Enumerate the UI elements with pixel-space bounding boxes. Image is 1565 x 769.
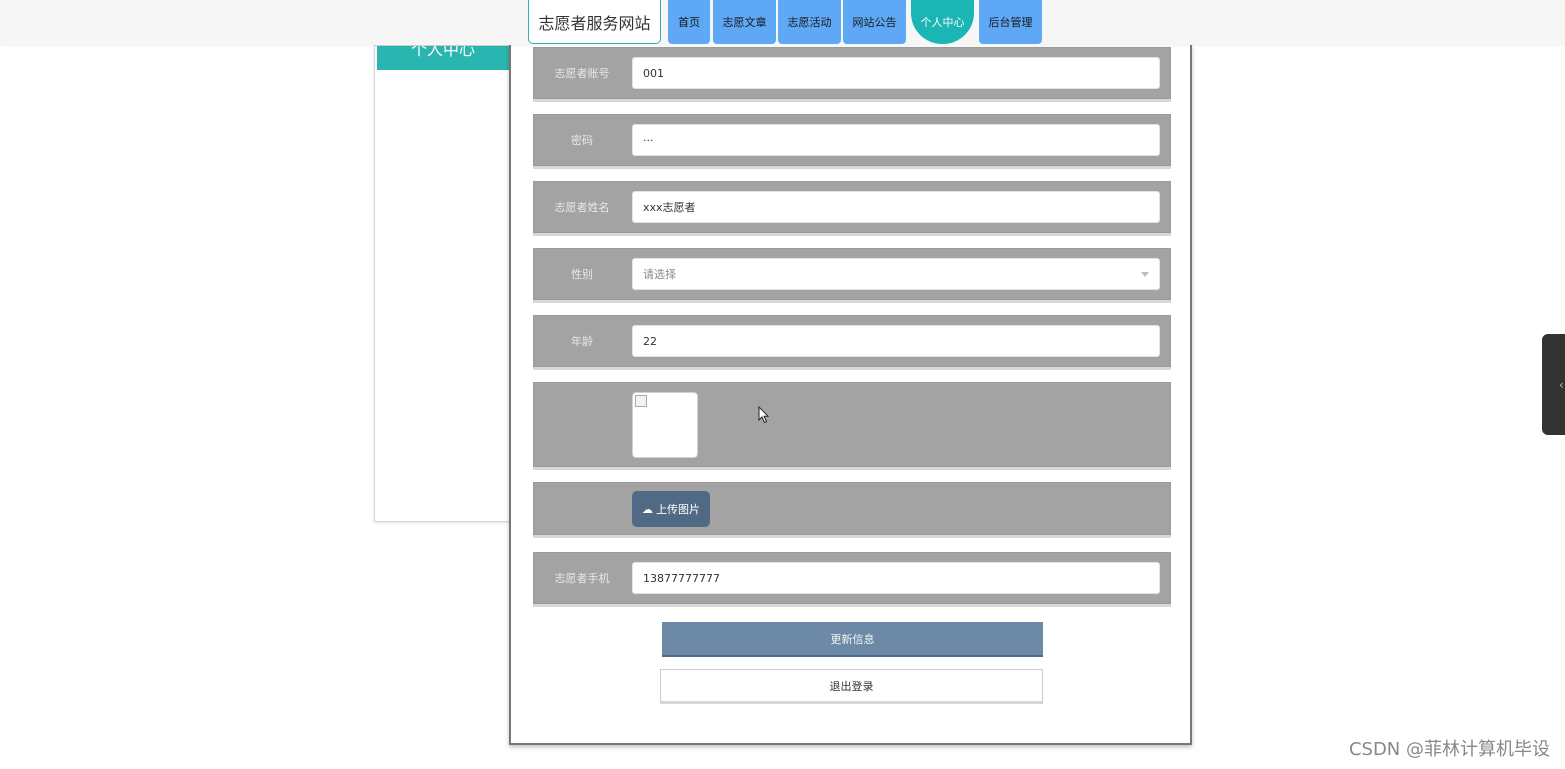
top-nav-bar: 志愿者服务网站 首页 志愿文章 志愿活动 网站公告 个人中心 后台管理 (0, 0, 1565, 45)
sidebar-panel: 个人中心 (374, 45, 510, 522)
gender-select-value: 请选择 (643, 268, 676, 281)
mouse-pointer-icon (758, 406, 770, 424)
upload-image-button[interactable]: ☁ 上传图片 (632, 491, 710, 527)
password-input[interactable]: ··· (632, 124, 1160, 156)
name-label: 志愿者姓名 (554, 201, 610, 214)
form-row-password: 密码 ··· (533, 114, 1171, 169)
phone-input[interactable]: 13877777777 (632, 562, 1160, 594)
profile-form-panel: 志愿者账号 001 密码 ··· 志愿者姓名 xxx志愿者 性别 请选择 年龄 … (509, 45, 1192, 745)
sidebar-title[interactable]: 个人中心 (377, 46, 509, 70)
form-row-phone: 志愿者手机 13877777777 (533, 552, 1171, 607)
account-label: 志愿者账号 (554, 67, 610, 80)
nav-articles[interactable]: 志愿文章 (713, 0, 776, 44)
form-row-avatar (533, 382, 1171, 470)
form-row-age: 年龄 22 (533, 315, 1171, 370)
floating-side-tab[interactable]: ‹ (1542, 334, 1565, 435)
age-input[interactable]: 22 (632, 325, 1160, 357)
gender-label: 性别 (571, 268, 593, 281)
avatar-image[interactable] (632, 392, 698, 458)
cloud-upload-icon: ☁ (642, 502, 653, 516)
nav-announcements[interactable]: 网站公告 (843, 0, 906, 44)
logout-button[interactable]: 退出登录 (660, 669, 1043, 704)
site-brand[interactable]: 志愿者服务网站 (528, 0, 661, 44)
form-row-gender: 性别 请选择 (533, 248, 1171, 303)
nav-personal-center[interactable]: 个人中心 (911, 0, 974, 44)
form-row-upload: ☁ 上传图片 (533, 482, 1171, 538)
account-input[interactable]: 001 (632, 57, 1160, 89)
nav-activities[interactable]: 志愿活动 (778, 0, 841, 44)
name-input[interactable]: xxx志愿者 (632, 191, 1160, 223)
broken-image-icon (635, 395, 647, 407)
phone-label: 志愿者手机 (554, 572, 610, 585)
form-row-name: 志愿者姓名 xxx志愿者 (533, 181, 1171, 236)
gender-select[interactable]: 请选择 (632, 258, 1160, 290)
update-info-button[interactable]: 更新信息 (662, 622, 1043, 657)
upload-button-label: 上传图片 (656, 503, 700, 516)
watermark: CSDN @菲林计算机毕设 (1348, 739, 1550, 760)
sidebar-title-label: 个人中心 (410, 46, 475, 59)
nav-admin[interactable]: 后台管理 (979, 0, 1042, 44)
form-row-account: 志愿者账号 001 (533, 47, 1171, 102)
nav-home[interactable]: 首页 (668, 0, 710, 44)
chevron-left-icon: ‹ (1559, 378, 1564, 392)
chevron-down-icon (1141, 272, 1149, 277)
password-label: 密码 (571, 134, 593, 147)
age-label: 年龄 (571, 335, 593, 348)
